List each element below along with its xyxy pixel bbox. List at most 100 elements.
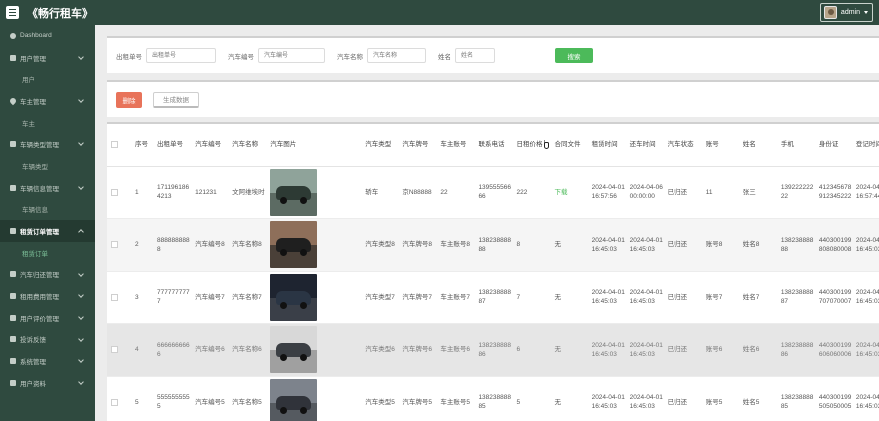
cell-plate: 汽车牌号5 [400, 376, 439, 421]
table-row[interactable]: 5 5555555555 汽车编号5 汽车名称5 汽车类型5 汽车牌号5 车主账号5 1382… [107, 376, 879, 421]
table-row[interactable]: 4 6666666666 汽车编号6 汽车名称6 汽车类型6 汽车牌号6 车主账号6 1382… [107, 323, 879, 377]
sidebar-item-6[interactable]: 车辆类型 [0, 155, 95, 177]
sidebar-item-16[interactable]: 用户资料 [0, 372, 95, 394]
chevron-down-icon [78, 335, 84, 342]
menu-group-icon [10, 141, 16, 148]
column-header-8: 车主账号 [438, 124, 477, 167]
cell-order-no: 1711961864213 [155, 166, 194, 219]
table-row[interactable]: 3 7777777777 汽车编号7 汽车名称7 汽车类型7 汽车牌号7 车主账号7 1382… [107, 271, 879, 324]
sidebar-item-10[interactable]: 租赁订单 [0, 242, 95, 264]
sidebar-item-label: 车辆信息管理 [20, 185, 59, 193]
sidebar-item-label: 车辆类型管理 [20, 142, 59, 150]
chevron-down-icon [78, 183, 84, 190]
menu-toggle-icon[interactable] [6, 6, 19, 19]
search-label-car-name: 汽车名称 [337, 53, 363, 61]
car-photo[interactable] [270, 273, 318, 321]
row-checkbox-cell [107, 271, 134, 324]
column-header-17: 手机 [778, 124, 817, 167]
car-wheel [300, 301, 308, 309]
cell-index: 3 [133, 271, 156, 324]
row-checkbox[interactable] [111, 398, 118, 406]
name-input[interactable] [455, 48, 495, 63]
cell-car-name: 汽车名称8 [230, 218, 269, 272]
row-checkbox[interactable] [111, 293, 118, 301]
search-button[interactable]: 搜索 [555, 48, 593, 63]
car-photo[interactable] [270, 326, 318, 374]
car-name-input[interactable] [367, 48, 426, 63]
menu-group-icon [10, 358, 16, 365]
sidebar-item-12[interactable]: 租用费用管理 [0, 285, 95, 307]
cell-contract[interactable]: 下载 [552, 166, 590, 219]
cell-mobile: 13823888888 [778, 218, 817, 272]
chevron-down-icon [78, 379, 84, 385]
cell-owner: 车主账号6 [438, 323, 477, 377]
cell-owner: 车主账号5 [438, 376, 477, 421]
table-row[interactable]: 2 8888888888 汽车编号8 汽车名称8 汽车类型8 汽车牌号8 车主账号8 1382… [107, 218, 879, 272]
cell-rent-time: 2024-04-01 16:45:03 [589, 218, 628, 272]
menu-group-icon [10, 184, 16, 191]
row-checkbox[interactable] [111, 346, 118, 354]
cell-mobile: 13922222222 [778, 166, 817, 219]
cell-price: 5 [514, 376, 553, 421]
user-menu[interactable]: admin [819, 3, 873, 22]
car-no-input[interactable] [258, 48, 325, 63]
cell-index: 5 [133, 376, 156, 421]
column-header-label: 还车时间 [629, 141, 656, 149]
row-checkbox-cell [107, 218, 134, 272]
select-all-checkbox[interactable] [111, 141, 118, 149]
column-header-9: 联系电话 [476, 124, 515, 167]
car-photo[interactable] [270, 378, 318, 421]
generate-data-button[interactable]: 生成数据 [153, 91, 199, 108]
sidebar-item-9[interactable]: 租赁订单管理 [0, 220, 95, 242]
table-row[interactable]: 1 1711961864213 121231 文阿维埃时 轿车 京N88888 22 1395… [107, 166, 879, 219]
cell-rent-time: 2024-04-01 16:57:56 [589, 166, 628, 219]
car-photo[interactable] [270, 168, 318, 216]
order-no-input[interactable] [146, 48, 216, 63]
cell-account: 账号5 [703, 376, 741, 421]
row-checkbox[interactable] [111, 241, 118, 249]
sidebar-item-4[interactable]: 车主 [0, 112, 95, 134]
cell-mobile: 13823888887 [778, 271, 817, 324]
sidebar-item-15[interactable]: 系统管理 [0, 350, 95, 372]
row-checkbox[interactable] [111, 188, 118, 196]
cell-account: 账号7 [703, 271, 741, 324]
sidebar-item-7[interactable]: 车辆信息管理 [0, 177, 95, 199]
cell-account: 账号8 [703, 218, 741, 272]
cell-car-type: 汽车类型5 [363, 376, 401, 421]
cell-id-card: 412345678912345222 [816, 166, 854, 219]
sidebar-item-8[interactable]: 车辆信息 [0, 199, 95, 221]
row-checkbox-cell [107, 376, 134, 421]
cell-name: 姓名5 [740, 376, 779, 421]
car-photo[interactable] [270, 221, 318, 269]
sidebar-item-13[interactable]: 用户评价管理 [0, 307, 95, 329]
column-header-label: 登记时间 [855, 141, 879, 149]
dashboard-icon [10, 32, 16, 39]
column-header-label: 姓名 [742, 141, 756, 149]
cell-reg-time: 2024-04-01 16:45:03 [853, 376, 879, 421]
cell-car-name: 汽车名称7 [230, 271, 269, 324]
sidebar-item-1[interactable]: 用户管理 [0, 47, 95, 69]
sidebar-item-14[interactable]: 投诉反馈 [0, 329, 95, 351]
cell-car-type: 汽车类型6 [363, 323, 401, 377]
cell-return-time: 2024-04-01 16:45:03 [627, 323, 666, 377]
column-header-18: 身份证 [816, 124, 854, 167]
sidebar-item-3[interactable]: 车主管理 [0, 90, 95, 112]
menu-group-icon [10, 379, 16, 386]
cell-index: 4 [133, 323, 156, 377]
sidebar-item-0[interactable]: Dashboard [0, 25, 95, 47]
sidebar-item-2[interactable]: 用户 [0, 68, 95, 90]
cell-phone: 13823888888 [476, 218, 515, 272]
column-header-label: 出租单号 [157, 141, 184, 149]
cell-plate: 汽车牌号8 [400, 218, 439, 272]
sidebar-item-5[interactable]: 车辆类型管理 [0, 133, 95, 155]
column-header-0[interactable] [107, 124, 134, 167]
action-panel: 删除 生成数据 [107, 80, 879, 117]
column-header-19: 登记时间 [853, 124, 879, 167]
top-bar: 《畅行租车》 admin [0, 0, 879, 25]
sidebar-item-label: 用户评价管理 [20, 315, 59, 323]
cell-car-no: 汽车编号6 [193, 323, 231, 377]
delete-button[interactable]: 删除 [116, 91, 142, 108]
cell-name: 张三 [740, 166, 779, 219]
sidebar-item-label: 租赁订单 [22, 250, 48, 258]
sidebar-item-11[interactable]: 汽车归还管理 [0, 264, 95, 286]
